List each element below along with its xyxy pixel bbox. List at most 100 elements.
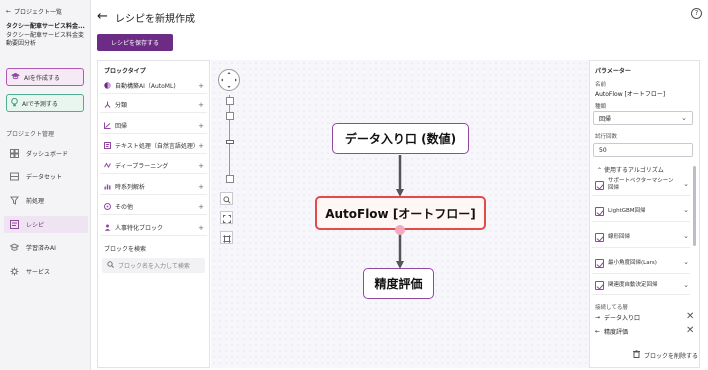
algorithm-label: LightGBM回帰 [608,207,646,214]
sidebar-item-dashboard[interactable]: ダッシュボード [4,145,88,162]
plus-icon[interactable]: + [198,122,204,130]
sidebar-item-label: ダッシュボード [26,151,69,158]
block-item-label: 人事特化ブロック [115,225,164,232]
algorithm-item[interactable]: 最小角度回帰(Lars) ⌄ [592,253,690,274]
delete-block-button[interactable]: ブロックを削除する [633,350,698,360]
sidebar-item-service[interactable]: サービス [4,263,88,280]
plus-icon[interactable]: + [198,101,204,109]
recipe-icon [10,220,19,229]
preprocess-icon [10,196,19,205]
type-select[interactable]: 回帰 ⌄ [593,111,693,125]
delete-block-label: ブロックを削除する [644,352,699,360]
project-description: タクシー配車サービス料金変動要因分析 [6,32,85,47]
connection-label: データ入り口 [604,315,641,322]
trials-value: 50 [599,146,607,154]
block-item-deep-learning[interactable]: ディープラーニング + [100,158,207,174]
algorithm-item[interactable]: LightGBM回帰 ⌄ [592,201,690,222]
connection-label: 精度評価 [604,329,629,336]
chevron-down-icon[interactable]: ⌄ [683,282,689,289]
block-item-label: 回帰 [115,123,128,130]
checkbox-checked-icon[interactable] [595,258,604,268]
sidebar [0,0,91,370]
block-item-label: テキスト処理（自然言語処理） [115,143,199,150]
chevron-down-icon[interactable]: ⌄ [683,259,689,266]
graduation-cap-icon [11,72,20,82]
sidebar-item-trained-ai[interactable]: 学習済みAI [4,239,88,256]
checkbox-checked-icon[interactable] [595,206,604,216]
node-evaluation[interactable]: 精度評価 [363,268,434,299]
back-to-projects-label: プロジェクト一覧 [14,9,63,16]
remove-connection-icon[interactable]: ✕ [686,326,694,336]
plus-icon[interactable]: + [198,203,204,211]
block-item-hr[interactable]: 人事特化ブロック + [100,220,207,236]
arrow-left-icon: ← [595,328,601,335]
save-recipe-button[interactable]: レシピを保存する [97,34,173,51]
search-icon [107,261,114,270]
other-icon [104,203,111,210]
dashboard-icon [10,149,19,158]
arrow-left-icon: ← [6,8,12,15]
hr-icon [104,224,111,231]
block-item-automl[interactable]: 自動構築AI（AutoML) + [100,78,207,94]
service-icon [10,267,19,276]
lightbulb-icon [11,97,18,109]
timeseries-icon [104,183,111,190]
block-item-text[interactable]: テキスト処理（自然言語処理） + [100,138,207,154]
checkbox-checked-icon[interactable] [595,280,604,290]
trials-input[interactable]: 50 [593,143,693,157]
trials-label: 試行回数 [595,134,618,140]
block-item-label: 自動構築AI（AutoML) [115,83,176,90]
plus-icon[interactable]: + [198,224,204,232]
checkbox-checked-icon[interactable] [595,232,604,242]
remove-connection-icon[interactable]: ✕ [686,312,694,322]
connection-row: ← 精度評価 [595,327,628,336]
chevron-up-icon: ⌃ [597,167,603,174]
algorithm-label: 関連度自動決定回帰 [608,281,658,288]
block-item-regression[interactable]: 回帰 + [100,118,207,134]
back-to-projects-link[interactable]: ← プロジェクト一覧 [6,7,62,16]
algorithm-item[interactable]: 線形回帰 ⌄ [592,227,690,248]
parameter-heading: パラメーター [595,68,631,75]
project-management-heading: プロジェクト管理 [6,131,55,138]
block-item-classification[interactable]: 分類 + [100,97,207,113]
block-search-input[interactable]: ブロック名を入力して検索 [102,258,205,273]
block-item-other[interactable]: その他 + [100,199,207,215]
node-data-input[interactable]: データ入り口 (数値) [332,123,469,154]
algorithm-section-toggle[interactable]: ⌃ 使用するアルゴリズム [597,165,664,174]
block-item-label: その他 [115,204,134,211]
algorithm-item[interactable]: サポートベクターマシーン回帰 ⌄ [592,175,690,196]
checkbox-checked-icon[interactable] [595,180,604,190]
text-icon [104,142,111,149]
ai-create-label: AIを作成する [24,74,60,82]
plus-icon[interactable]: + [198,162,204,170]
algorithm-scrollbar[interactable] [693,166,696,246]
plus-icon[interactable]: + [198,142,204,150]
plus-icon[interactable]: + [198,183,204,191]
type-label: 種類 [595,104,607,110]
sidebar-item-dataset[interactable]: データセット [4,168,88,185]
connection-row: → データ入り口 [595,313,640,322]
deep-learning-icon [104,162,111,169]
chevron-down-icon[interactable]: ⌄ [683,181,689,188]
algorithm-item[interactable]: 関連度自動決定回帰 ⌄ [592,276,690,295]
ai-create-button[interactable]: AIを作成する [6,68,84,86]
ai-predict-button[interactable]: AIで予測する [6,94,84,112]
automl-icon [104,82,111,89]
project-name: タクシー配車サービス料金... [6,23,85,30]
dataset-icon [10,172,19,181]
algorithm-label: 線形回帰 [608,233,631,240]
algorithm-heading: 使用するアルゴリズム [603,167,664,174]
classification-icon [104,101,111,108]
connector-handle[interactable] [395,225,405,235]
connected-layers-label: 接続してる層 [595,305,628,311]
algorithm-label: サポートベクターマシーン回帰 [608,178,674,191]
chevron-down-icon[interactable]: ⌄ [683,207,689,214]
plus-icon[interactable]: + [198,82,204,90]
page-back-arrow-icon[interactable]: ← [97,9,108,24]
sidebar-item-recipe[interactable]: レシピ [4,216,88,233]
block-item-timeseries[interactable]: 時系列解析 + [100,179,207,195]
sidebar-item-preprocess[interactable]: 前処理 [4,192,88,209]
chevron-down-icon[interactable]: ⌄ [683,233,689,240]
ai-predict-label: AIで予測する [22,100,58,108]
help-icon[interactable]: ? [691,8,702,19]
